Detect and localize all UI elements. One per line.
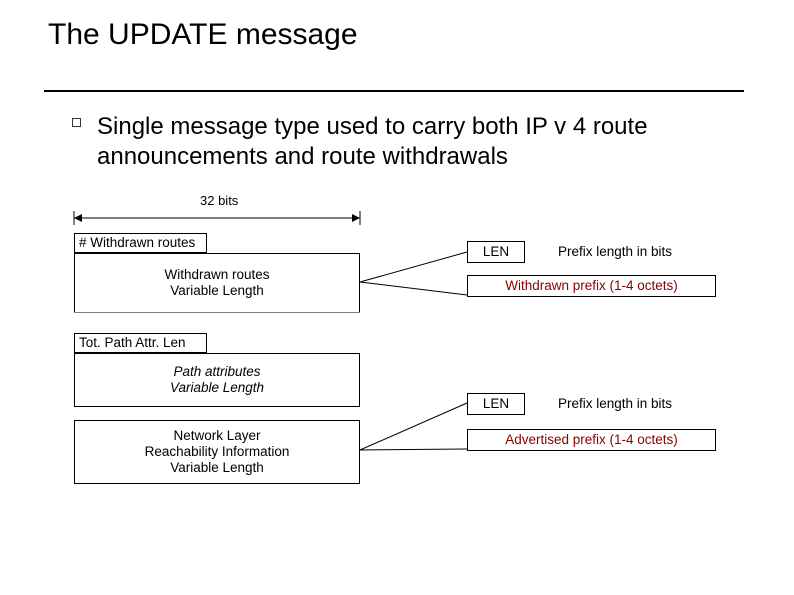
title-divider bbox=[44, 90, 744, 92]
path-attr-len-header: Tot. Path Attr. Len bbox=[74, 333, 207, 353]
withdrawn-routes-body: Withdrawn routes Variable Length bbox=[74, 253, 360, 313]
len2-cell: LEN bbox=[467, 393, 525, 415]
slide-subtitle: Single message type used to carry both I… bbox=[97, 112, 717, 172]
bits-label: 32 bits bbox=[200, 193, 238, 208]
nlri-body: Network Layer Reachability Information V… bbox=[74, 420, 360, 484]
withdrawn-routes-header: # Withdrawn routes bbox=[74, 233, 207, 253]
withdrawn-prefix-cell: Withdrawn prefix (1-4 octets) bbox=[467, 275, 716, 297]
prefix-len2-label: Prefix length in bits bbox=[558, 396, 672, 411]
path-attributes-body: Path attributes Variable Length bbox=[74, 353, 360, 407]
advertised-prefix-cell: Advertised prefix (1-4 octets) bbox=[467, 429, 716, 451]
len1-cell: LEN bbox=[467, 241, 525, 263]
slide-title: The UPDATE message bbox=[48, 18, 358, 52]
prefix-len1-label: Prefix length in bits bbox=[558, 244, 672, 259]
bullet-icon bbox=[72, 118, 81, 127]
